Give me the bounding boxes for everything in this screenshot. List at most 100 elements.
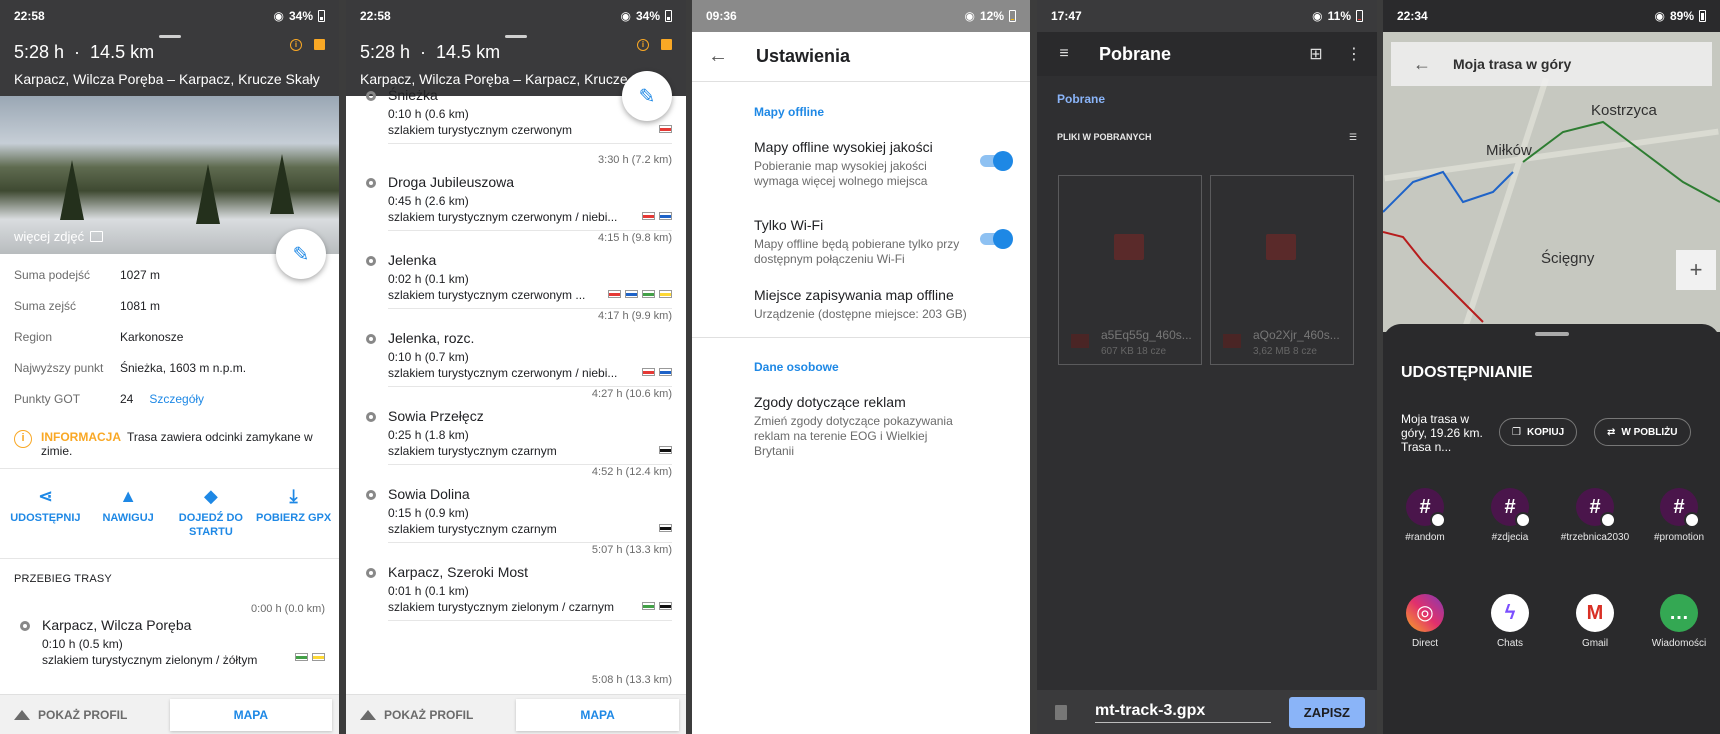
save-button[interactable]: ZAPISZ (1288, 696, 1365, 728)
share-target-slack-zdjecia[interactable]: # #zdjecia (1472, 488, 1548, 544)
waypoint-name: Karpacz, Szeroki Most (388, 564, 529, 580)
photo-tree (270, 154, 294, 214)
setting-wifi-only[interactable]: Tylko Wi-Fi Mapy offline będą pobierane … (692, 217, 1030, 287)
waypoint-dot-icon (366, 178, 376, 188)
stat-row: Punkty GOT 24 Szczegóły (0, 383, 339, 414)
got-details-link[interactable]: Szczegóły (149, 392, 204, 406)
sheet-handle[interactable] (1534, 332, 1569, 336)
map-button[interactable]: MAPA (169, 698, 333, 731)
info-icon[interactable]: i (637, 39, 649, 51)
file-card[interactable]: aQo2Xjr_460s... 3,62 MB 8 cze (1210, 175, 1354, 365)
list-item[interactable]: 4:17 h (9.9 km) Jelenka, rozc. 0:10 h (0.7… (346, 310, 686, 388)
waypoint-name: Sowia Przełęcz (388, 408, 484, 424)
slack-channel-icon: # (1576, 488, 1616, 528)
photo-tree (196, 164, 220, 224)
setting-subtitle: Zmień zgody dotyczące pokazywania reklam… (754, 414, 953, 458)
settings-panel: 09:36 ◉ 12% ← Ustawienia Mapy offline Map… (692, 0, 1030, 734)
share-target-slack-trzebnica[interactable]: # #trzebnica2030 (1557, 488, 1633, 544)
trail-flag-icon (659, 602, 672, 610)
list-item[interactable]: 4:27 h (10.6 km) Sowia Przełęcz 0:25 h (1.… (346, 388, 686, 466)
waypoint-time: 4:52 h (12.4 km) (591, 466, 672, 478)
menu-icon[interactable]: ≡ (1055, 45, 1073, 63)
instagram-icon: ◎ (1406, 594, 1444, 632)
directions-button[interactable]: ◆ DOJEDŹ DO STARTU (170, 483, 253, 558)
slack-channel-icon: # (1660, 488, 1700, 528)
map-view[interactable]: ← Moja trasa w góry Kostrzyca Miłków Ści… (1383, 32, 1720, 332)
save-icon[interactable] (314, 39, 325, 50)
download-gpx-button[interactable]: ⤓ POBIERZ GPX (252, 483, 335, 558)
list-item[interactable]: 4:52 h (12.4 km) Sowia Dolina 0:15 h (0.9 … (346, 466, 686, 544)
new-folder-icon[interactable]: ⊞ (1307, 44, 1325, 64)
list-item[interactable]: 4:15 h (9.8 km) Jelenka 0:02 h (0.1 km) szl… (346, 232, 686, 310)
waypoint-trail: szlakiem turystycznym czarnym (388, 522, 557, 536)
zoom-in-button[interactable]: + (1676, 250, 1716, 290)
wifi-icon: ◉ (1654, 9, 1665, 23)
wifi-icon: ◉ (1312, 9, 1323, 23)
map-title: Moja trasa w góry (1453, 56, 1572, 72)
waypoint-name: Karpacz, Wilcza Poręba (42, 617, 192, 633)
share-button[interactable]: ⋖ UDOSTĘPNIJ (4, 483, 87, 558)
more-options-icon[interactable]: ⋮ (1345, 44, 1363, 64)
app-bar: ≡ Pobrane ⊞ ⋮ (1037, 32, 1377, 76)
setting-high-quality-maps[interactable]: Mapy offline wysokiej jakości Pobieranie… (692, 139, 1030, 217)
back-arrow-icon[interactable]: ← (708, 45, 756, 68)
setting-subtitle: Mapy offline będą pobierane tylko przy d… (754, 237, 960, 266)
setting-title: Miejsce zapisywania map offline (754, 287, 954, 303)
share-target-instagram-direct[interactable]: ◎ Direct (1387, 594, 1463, 650)
route-itinerary-panel: 22:58 ◉ 34% i 5:28 h · 14.5 km Karpacz, W… (346, 0, 686, 734)
show-profile-button[interactable]: POKAŻ PROFIL (346, 708, 516, 722)
list-item[interactable]: 5:07 h (13.3 km) Karpacz, Szeroki Most 0:0… (346, 544, 686, 622)
nearby-share-button[interactable]: ⇄ W POBLIŻU (1594, 418, 1691, 446)
trail-flags (659, 446, 672, 454)
info-icon[interactable]: i (290, 39, 302, 51)
high-quality-toggle[interactable] (980, 151, 1013, 171)
waypoint-dot-icon (366, 91, 376, 101)
share-target-label: Wiadomości (1651, 638, 1707, 649)
waypoint-trail: szlakiem turystycznym czarnym (388, 444, 557, 458)
waypoint-name: Śnieżka (388, 87, 438, 103)
route-name: Karpacz, Wilcza Poręba – Karpacz, Krucze… (14, 71, 320, 87)
drag-handle[interactable] (505, 35, 527, 38)
back-arrow-icon[interactable]: ← (1413, 54, 1431, 75)
status-time: 09:36 (706, 9, 737, 23)
share-label: UDOSTĘPNIJ (10, 512, 81, 524)
drag-handle[interactable] (158, 35, 181, 38)
waypoint-name: Droga Jubileuszowa (388, 174, 515, 190)
show-profile-button[interactable]: POKAŻ PROFIL (0, 708, 170, 722)
share-sheet: UDOSTĘPNIANIE Moja trasa w góry, 19.26 k… (1383, 324, 1720, 734)
edit-fab[interactable]: ✎ (276, 229, 326, 279)
navigate-button[interactable]: ▲ NAWIGUJ (87, 483, 170, 558)
list-view-icon[interactable]: ☰ (1349, 132, 1357, 143)
filename-input[interactable]: mt-track-3.gpx (1095, 702, 1271, 723)
share-target-messenger[interactable]: ϟ Chats (1472, 594, 1548, 650)
setting-ad-consent[interactable]: Zgody dotyczące reklam Zmień zgody dotyc… (692, 394, 1030, 459)
setting-storage-location[interactable]: Miejsce zapisywania map offline Urządzen… (692, 287, 1030, 337)
more-photos-link[interactable]: więcej zdjęć (14, 229, 104, 244)
setting-title: Mapy offline wysokiej jakości (754, 139, 933, 155)
file-card[interactable]: a5Eq55g_460s... 607 KB 18 cze (1058, 175, 1202, 365)
share-target-messages[interactable]: … Wiadomości (1641, 594, 1717, 650)
list-item[interactable]: 0:00 h (0.0 km) Karpacz, Wilcza Poręba 0… (0, 585, 339, 670)
map-place-label: Miłków (1486, 142, 1532, 159)
waypoint-name: Sowia Dolina (388, 486, 470, 502)
file-name: a5Eq55g_460s... (1101, 328, 1192, 342)
share-target-slack-promotion[interactable]: # #promotion (1641, 488, 1717, 544)
save-icon[interactable] (661, 39, 672, 50)
trail-flags (295, 653, 325, 661)
list-item[interactable]: 3:30 h (7.2 km) Droga Jubileuszowa 0:45 h … (346, 154, 686, 232)
breadcrumb[interactable]: Pobrane (1037, 76, 1377, 106)
share-target-gmail[interactable]: M Gmail (1557, 594, 1633, 650)
share-target-slack-random[interactable]: # #random (1387, 488, 1463, 544)
route-photo[interactable]: więcej zdjęć (0, 96, 339, 254)
map-button[interactable]: MAPA (516, 698, 680, 731)
stat-row: Najwyższy punkt Śnieżka, 1603 m n.p.m. (0, 352, 339, 383)
copy-button[interactable]: ❐ KOPIUJ (1499, 418, 1578, 446)
bottom-bar: POKAŻ PROFIL MAPA (0, 694, 339, 734)
share-description: Moja trasa w góry, 19.26 km. Trasa n... (1401, 412, 1483, 454)
trail-flag-icon (625, 290, 638, 298)
trail-flags (642, 212, 672, 220)
waypoint-name: Jelenka, rozc. (388, 330, 475, 346)
wifi-only-toggle[interactable] (980, 229, 1013, 249)
waypoint-time: 0:00 h (0.0 km) (251, 603, 325, 615)
status-bar: 22:58 ◉ 34% (346, 0, 686, 32)
